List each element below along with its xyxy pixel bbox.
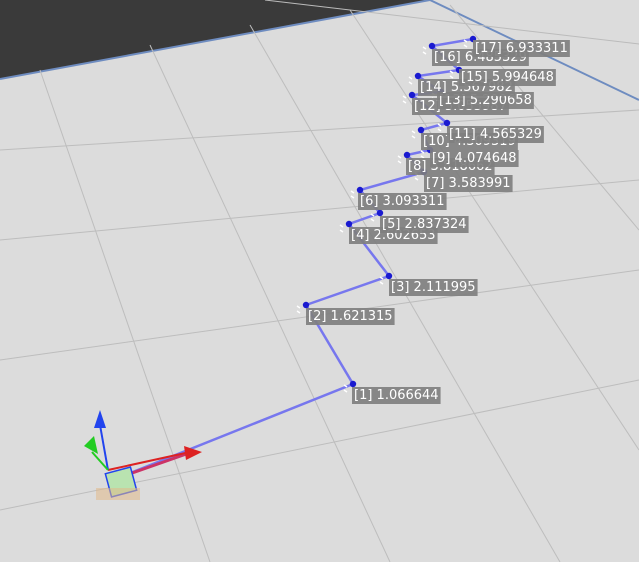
waypoint-label-9: [9] 4.074648 xyxy=(430,150,519,167)
waypoint-label-text: [6] 3.093311 xyxy=(360,194,445,209)
waypoint-label-text: [17] 6.933311 xyxy=(475,41,568,56)
waypoint-label-2: [2] 1.621315 xyxy=(306,308,395,325)
waypoint-marker-4[interactable] xyxy=(345,220,353,228)
scene-canvas[interactable]: [1] 1.066644[2] 1.621315[3] 2.111995[4] … xyxy=(0,0,639,562)
waypoint-label-7: [7] 3.583991 xyxy=(424,175,513,192)
waypoint-marker-10[interactable] xyxy=(417,126,425,134)
waypoint-label-text: [9] 4.074648 xyxy=(432,151,517,166)
waypoint-marker-14[interactable] xyxy=(414,72,422,80)
waypoint-marker-3[interactable] xyxy=(385,272,393,280)
waypoint-label-17: [17] 6.933311 xyxy=(473,40,570,57)
waypoint-marker-16[interactable] xyxy=(428,42,436,50)
waypoint-marker-11[interactable] xyxy=(443,119,451,127)
waypoint-label-1: [1] 1.066644 xyxy=(352,387,441,404)
waypoint-marker-6[interactable] xyxy=(356,186,364,194)
waypoint-marker-2[interactable] xyxy=(302,301,310,309)
waypoint-label-text: [5] 2.837324 xyxy=(382,217,467,232)
waypoint-label-text: [2] 1.621315 xyxy=(308,309,393,324)
waypoint-label-15: [15] 5.994648 xyxy=(459,69,556,86)
waypoint-label-text: [7] 3.583991 xyxy=(426,176,511,191)
waypoint-label-text: [3] 2.111995 xyxy=(391,280,476,295)
waypoint-marker-8[interactable] xyxy=(403,151,411,159)
waypoint-marker-12[interactable] xyxy=(408,91,416,99)
waypoint-marker-5[interactable] xyxy=(376,209,384,217)
waypoint-label-text: [1] 1.066644 xyxy=(354,388,439,403)
waypoint-label-11: [11] 4.565329 xyxy=(447,126,544,143)
waypoint-label-5: [5] 2.837324 xyxy=(380,216,469,233)
waypoint-label-6: [6] 3.093311 xyxy=(358,193,447,210)
waypoint-label-text: [11] 4.565329 xyxy=(449,127,542,142)
waypoint-label-text: [15] 5.994648 xyxy=(461,70,554,85)
waypoint-label-3: [3] 2.111995 xyxy=(389,279,478,296)
gizmo-shadow-icon xyxy=(96,488,140,500)
waypoint-marker-1[interactable] xyxy=(349,380,357,388)
3d-viewport[interactable]: [1] 1.066644 [2] 1.621315 [3] 2.111995 [4] … xyxy=(0,0,639,562)
